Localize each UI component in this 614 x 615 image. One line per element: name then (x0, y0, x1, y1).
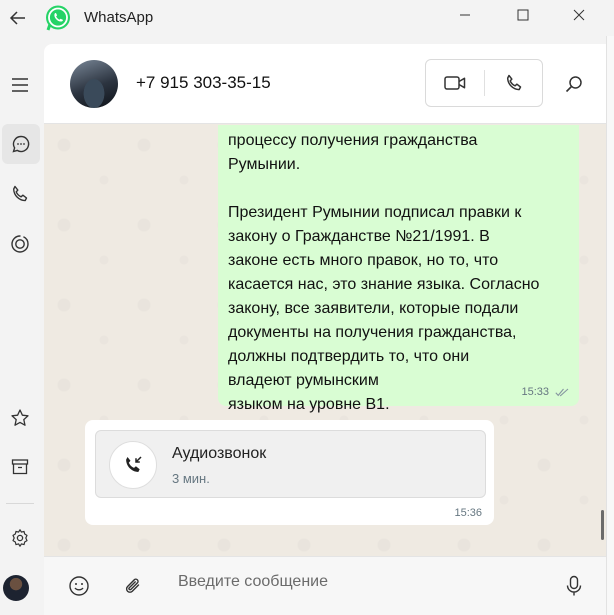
voice-call-button[interactable] (485, 60, 543, 106)
profile-avatar[interactable] (3, 575, 29, 601)
outgoing-message-meta: 15:33 (521, 386, 569, 398)
phone-icon (506, 74, 522, 91)
archive-icon[interactable] (0, 447, 40, 487)
contact-name[interactable]: +7 915 303-35-15 (136, 73, 271, 93)
status-icon[interactable] (0, 224, 40, 264)
messages-area[interactable]: процессу получения гражданства Румынии. … (44, 125, 614, 556)
search-icon (565, 76, 582, 93)
title-bar: WhatsApp (0, 0, 614, 36)
voice-message-button[interactable] (559, 571, 589, 601)
emoji-icon (69, 576, 89, 596)
outgoing-message-text: процессу получения гражданства Румынии. … (228, 132, 540, 413)
search-button[interactable] (560, 70, 588, 98)
chats-icon[interactable] (2, 124, 40, 164)
audio-call-card[interactable]: Аудиозвонок 3 мин. (95, 430, 486, 498)
minimize-button[interactable] (442, 0, 488, 30)
maximize-button[interactable] (500, 0, 546, 30)
background-window-edge (606, 36, 614, 615)
settings-gear-icon[interactable] (0, 518, 40, 558)
close-button[interactable] (556, 0, 602, 30)
starred-messages-icon[interactable] (0, 398, 40, 438)
call-message-time: 15:36 (454, 507, 482, 519)
call-buttons-group (425, 59, 543, 107)
outgoing-message[interactable]: процессу получения гражданства Румынии. … (218, 125, 579, 413)
left-navigation-rail (0, 36, 44, 615)
call-duration: 3 мин. (172, 471, 210, 486)
message-input[interactable]: Введите сообщение (178, 573, 328, 591)
messages-scrollbar[interactable] (601, 510, 604, 540)
chat-panel: +7 915 303-35-15 процессу получения граж… (44, 44, 614, 615)
paperclip-icon (125, 578, 140, 593)
video-camera-icon (444, 76, 466, 90)
back-arrow-icon[interactable] (4, 4, 32, 32)
rail-divider (6, 503, 34, 504)
calls-icon[interactable] (0, 174, 40, 214)
call-title: Аудиозвонок (172, 445, 267, 462)
video-call-button[interactable] (426, 60, 484, 106)
chat-header: +7 915 303-35-15 (44, 44, 614, 124)
menu-icon[interactable] (0, 65, 40, 105)
attach-button[interactable] (118, 571, 148, 601)
incoming-call-icon (109, 441, 157, 489)
microphone-icon (566, 575, 582, 596)
whatsapp-logo-icon (44, 4, 72, 32)
outgoing-message-time: 15:33 (521, 386, 549, 398)
app-title: WhatsApp (84, 9, 154, 26)
double-check-icon (555, 388, 569, 396)
incoming-call-message[interactable]: Аудиозвонок 3 мин. 15:36 (85, 420, 494, 525)
message-composer: Введите сообщение (44, 556, 614, 615)
emoji-button[interactable] (64, 571, 94, 601)
contact-avatar[interactable] (70, 60, 118, 108)
